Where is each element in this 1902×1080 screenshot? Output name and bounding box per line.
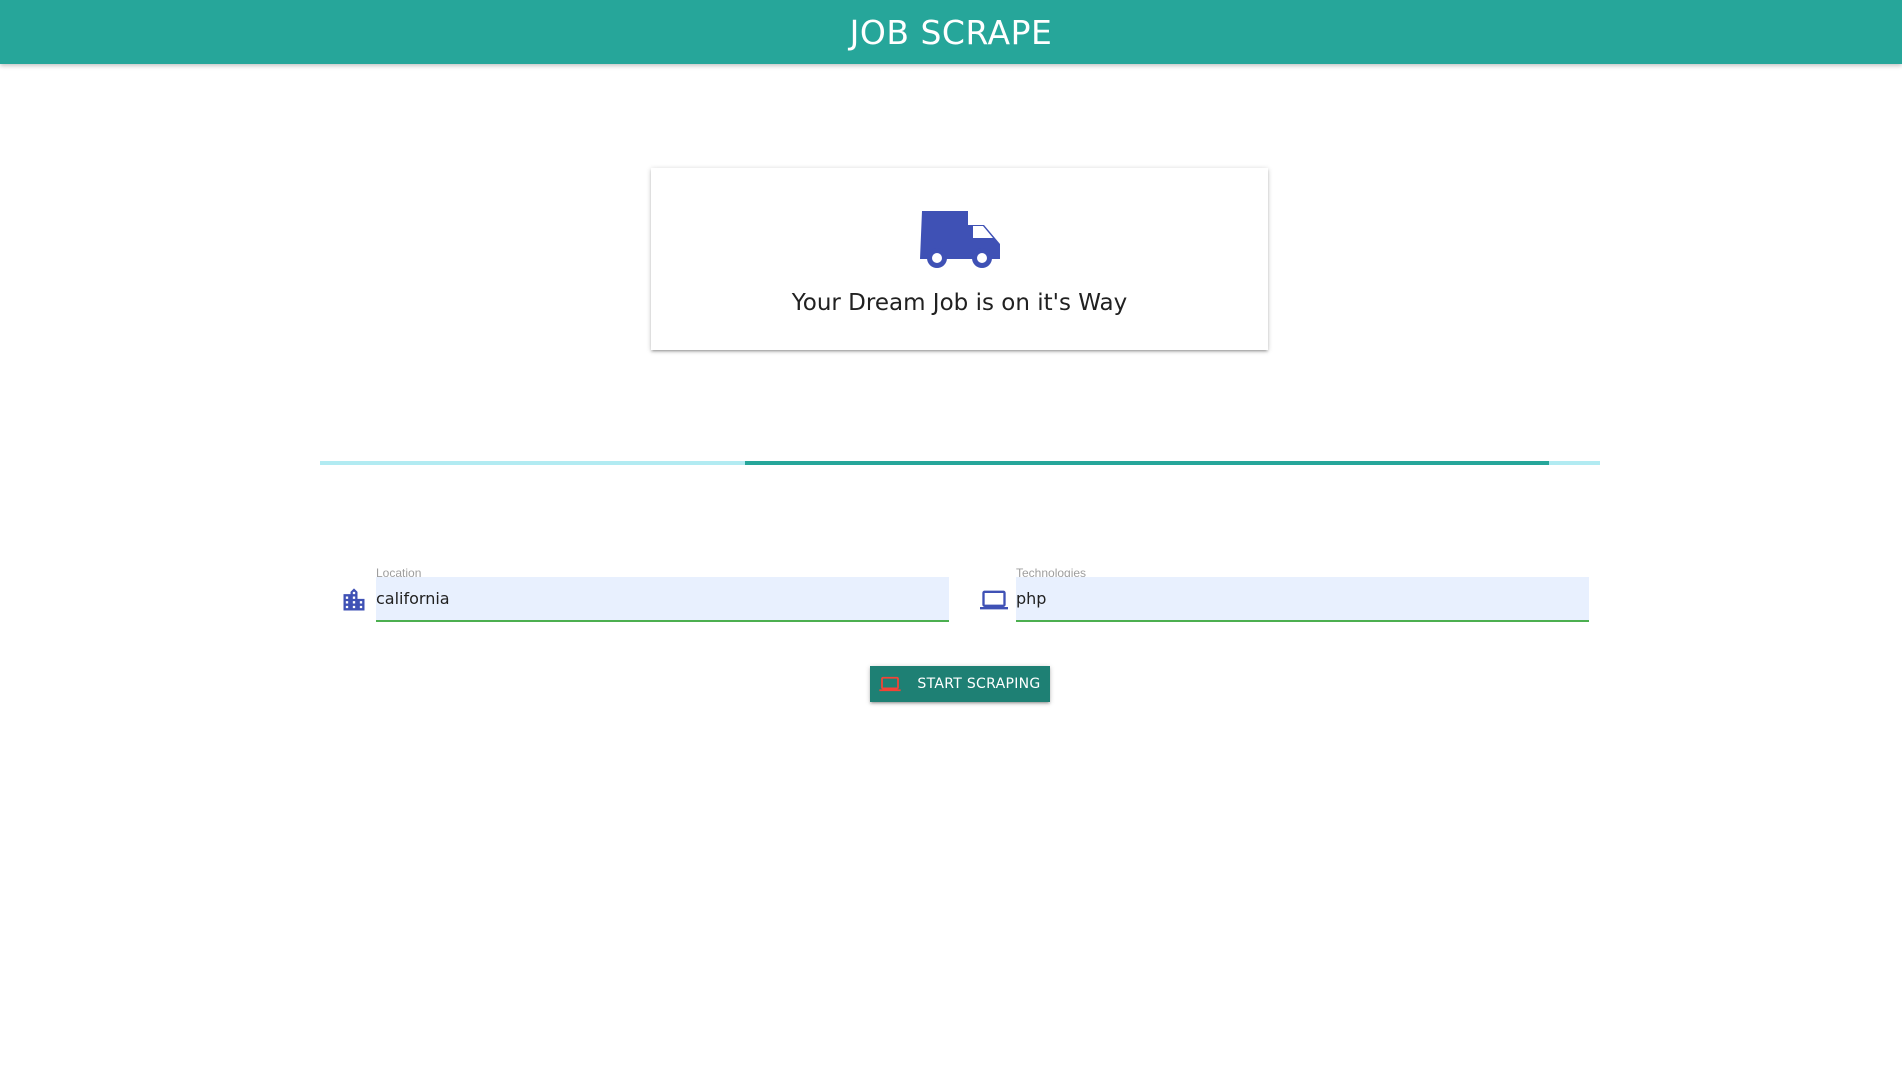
truck-icon	[919, 211, 1000, 268]
laptop-icon	[980, 590, 1008, 610]
progress-bar	[320, 461, 1600, 465]
start-scraping-label: START SCRAPING	[917, 676, 1041, 692]
technologies-input[interactable]	[1016, 577, 1589, 622]
status-card: Your Dream Job is on it's Way	[651, 168, 1268, 350]
navbar: JOB SCRAPE	[0, 0, 1902, 64]
card-title: Your Dream Job is on it's Way	[791, 290, 1128, 316]
location-input[interactable]	[376, 577, 949, 622]
start-scraping-button[interactable]: START SCRAPING	[870, 666, 1050, 702]
location-city-icon	[343, 588, 365, 611]
technologies-field: Technologies	[960, 566, 1600, 624]
location-field: Location	[320, 566, 960, 624]
progress-indicator	[744, 461, 1549, 465]
brand-logo[interactable]: JOB SCRAPE	[850, 13, 1053, 52]
laptop-icon	[879, 676, 902, 692]
